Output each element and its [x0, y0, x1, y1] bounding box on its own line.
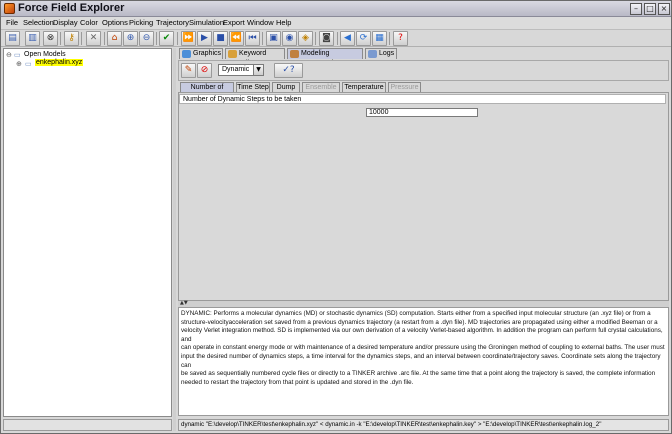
fast-forward-icon[interactable]: ⏩	[181, 31, 196, 46]
toolbar-separator	[156, 32, 157, 45]
print-icon[interactable]: ▣	[266, 31, 281, 46]
toolbar-separator	[337, 32, 338, 45]
menu-picking[interactable]: Picking	[129, 18, 153, 27]
toolbar-separator	[177, 32, 178, 45]
tools-icon[interactable]: ✕	[86, 31, 101, 46]
info-icon[interactable]: ◈	[298, 31, 313, 46]
tab-logs-label: Logs	[379, 50, 395, 57]
open-file-icon[interactable]: ▤	[5, 31, 20, 46]
toolbar-separator	[104, 32, 105, 45]
window-title: Force Field Explorer	[18, 2, 125, 14]
toolbar: ▤ ▥ ⊗ ⚷ ✕ ⌂ ⊕ ⊖ ✔ ⏩ ▶ ■ ⏪ ⏮ ▣ ◉ ◈ ◙ ◀ ⟳ …	[1, 30, 671, 47]
menu-trajectory[interactable]: Trajectory	[156, 18, 189, 27]
help-line: input the desired number of dynamics ste…	[181, 352, 661, 369]
main-tabs: Graphics Keyword Editor Modeling Command…	[177, 48, 671, 67]
menu-help[interactable]: Help	[276, 18, 291, 27]
tab-graphics-label: Graphics	[193, 50, 222, 57]
run-command-icon[interactable]: ✎	[181, 63, 196, 78]
help-line: can operate in constant energy mode or w…	[181, 344, 665, 352]
maximize-icon[interactable]: □	[644, 3, 656, 15]
logs-icon	[368, 50, 377, 58]
command-line-status: dynamic "E:\develop\TINKER\test\enkephal…	[178, 419, 669, 431]
menu-export[interactable]: Export	[223, 18, 245, 27]
tab-modeling-commands[interactable]: Modeling Commands	[287, 48, 363, 67]
tree-item-model[interactable]: enkephalin.xyz	[35, 59, 84, 66]
subtab-number-of-steps[interactable]: Number of Steps	[180, 82, 234, 100]
refresh-icon[interactable]: ⟳	[356, 31, 371, 46]
help-text-panel: DYNAMIC: Performs a molecular dynamics (…	[178, 307, 669, 416]
window-icon[interactable]: ▦	[372, 31, 387, 46]
cancel-command-icon[interactable]: ⊘	[197, 63, 212, 78]
app-icon	[4, 3, 15, 14]
model-tree[interactable]: ⊖ ▭ Open Models ⊕ ▭ enkephalin.xyz	[3, 48, 172, 417]
rewind-icon[interactable]: ⏪	[229, 31, 244, 46]
vertical-splitter[interactable]	[173, 48, 176, 431]
view-icon[interactable]: ◉	[282, 31, 297, 46]
tree-expander-icon[interactable]: ⊕	[16, 60, 22, 68]
menu-file[interactable]: File	[6, 18, 18, 27]
menu-display[interactable]: Display	[53, 18, 78, 27]
help-line: velocity Verlet integration method. SD i…	[181, 327, 663, 343]
tree-root-label[interactable]: Open Models	[24, 51, 66, 58]
menu-color[interactable]: Color	[80, 18, 98, 27]
menu-simulation[interactable]: Simulation	[189, 18, 224, 27]
app-window: Force Field Explorer – □ × File Selectio…	[0, 0, 672, 434]
stop-icon[interactable]: ■	[213, 31, 228, 46]
subtab-pressure: Pressure	[388, 82, 421, 92]
toolbar-separator	[389, 32, 390, 45]
molecule-icon: ▭	[25, 61, 32, 68]
keyword-icon	[228, 50, 237, 58]
command-select[interactable]: Dynamic ▼	[218, 64, 264, 76]
modeling-icon	[290, 50, 299, 58]
help-line: needed to restart the trajectory from th…	[181, 378, 414, 386]
subtab-dump[interactable]: Dump	[272, 82, 300, 92]
menu-window[interactable]: Window	[247, 18, 274, 27]
parameter-description: Number of Dynamic Steps to be taken	[179, 94, 666, 104]
title-bar[interactable]: Force Field Explorer – □ ×	[1, 1, 671, 17]
toolbar-separator	[60, 32, 61, 45]
help-line: be saved as sequentially numbered cycle …	[181, 370, 656, 378]
close-file-icon[interactable]: ⊗	[43, 31, 58, 46]
camera-icon[interactable]: ◙	[319, 31, 334, 46]
menu-options[interactable]: Options	[102, 18, 128, 27]
zoom-out-icon[interactable]: ⊖	[139, 31, 154, 46]
subtab-time-step[interactable]: Time Step	[236, 82, 270, 92]
parameter-tabs: Number of Steps Time Step Dump Ensemble …	[179, 82, 669, 100]
subtab-ensemble: Ensemble	[302, 82, 340, 92]
subtab-temperature[interactable]: Temperature	[342, 82, 386, 92]
tree-expander-icon[interactable]: ⊖	[6, 51, 12, 59]
minimize-icon[interactable]: –	[630, 3, 642, 15]
help-icon[interactable]: ?	[393, 31, 408, 46]
save-file-icon[interactable]: ▥	[25, 31, 40, 46]
close-icon[interactable]: ×	[658, 3, 670, 15]
toolbar-separator	[262, 32, 263, 45]
tab-graphics[interactable]: Graphics	[179, 48, 223, 59]
parameter-panel	[178, 92, 669, 301]
menu-bar: File Selection Display Color Options Pic…	[1, 17, 671, 30]
graphics-icon	[182, 50, 191, 58]
help-text: DYNAMIC: Performs a molecular dynamics (…	[181, 310, 665, 387]
key-icon[interactable]: ⚷	[64, 31, 79, 46]
toolbar-separator	[315, 32, 316, 45]
help-line: DYNAMIC: Performs a molecular dynamics (…	[181, 310, 651, 317]
menu-selection[interactable]: Selection	[23, 18, 54, 27]
tab-keyword-editor[interactable]: Keyword Editor	[225, 48, 285, 67]
command-select-value: Dynamic	[222, 66, 250, 73]
tab-logs[interactable]: Logs	[365, 48, 397, 59]
checkmark-icon[interactable]: ✔	[159, 31, 174, 46]
help-line: structure-velocityacceleration set saved…	[181, 318, 658, 326]
zoom-in-icon[interactable]: ⊕	[123, 31, 138, 46]
tree-horizontal-scrollbar[interactable]	[3, 419, 172, 431]
skip-back-icon[interactable]: ⏮	[245, 31, 260, 46]
steps-input[interactable]: 10000	[366, 108, 478, 117]
back-icon[interactable]: ◀	[340, 31, 355, 46]
chevron-down-icon[interactable]: ▼	[253, 65, 263, 75]
folder-icon: ▭	[14, 52, 21, 59]
toolbar-separator	[81, 32, 82, 45]
play-icon[interactable]: ▶	[197, 31, 212, 46]
home-icon[interactable]: ⌂	[107, 31, 122, 46]
command-help-icon[interactable]: ✓?	[274, 63, 303, 78]
